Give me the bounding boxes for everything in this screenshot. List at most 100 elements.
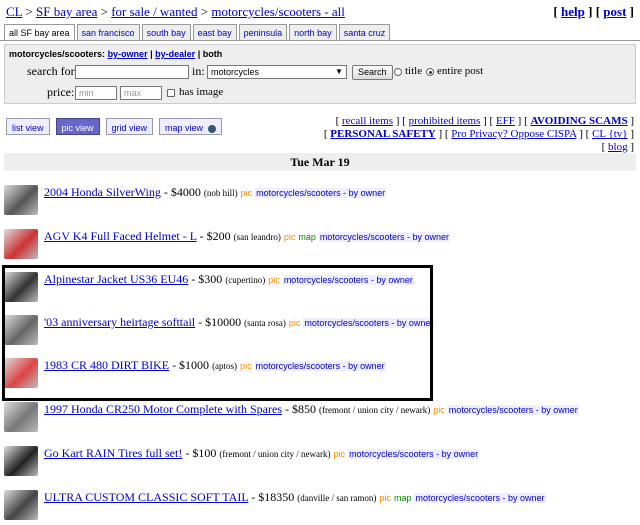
listing-pic-tag: pic [333,449,346,459]
listing-pic-tag: pic [433,405,445,415]
price-max-input[interactable]: max [120,86,162,100]
tab-east-bay[interactable]: east bay [192,24,237,40]
listing-price: - $850 [284,402,316,416]
blog-link[interactable]: blog [608,141,628,153]
listing-thumbnail[interactable] [4,185,38,215]
listing-row: Go Kart RAIN Tires full set! - $100 (fre… [4,444,636,480]
grid-view-button[interactable]: grid view [105,118,154,135]
title-radio-label: title [405,65,423,77]
listing-map-link[interactable]: map [394,493,412,503]
breadcrumb-cl-link[interactable]: CL [6,4,22,19]
listing-thumbnail[interactable] [4,229,38,259]
listing-category-link[interactable]: motorcycles/scooters - by owner [255,188,387,198]
listing-title-link[interactable]: 2004 Honda SilverWing [44,185,161,199]
pic-view-button[interactable]: pic view [55,118,100,135]
breadcrumb-separator: > [200,4,209,19]
by-dealer-link[interactable]: by-dealer [155,49,195,59]
entire-post-radio-label: entire post [437,65,484,77]
listing-title-link[interactable]: AGV K4 Full Faced Helmet - L [44,229,197,243]
area-tabs: all SF bay area san francisco south bay … [4,24,391,40]
search-heading-label: motorcycles/scooters: [9,49,106,59]
in-label: in: [192,64,205,78]
search-input[interactable] [75,65,189,79]
listing-price: - $100 [185,446,217,460]
listing-category-link[interactable]: motorcycles/scooters - by owner [318,232,450,242]
date-header: Tue Mar 19 [4,153,636,171]
avoiding-scams-link[interactable]: AVOIDING SCAMS [531,115,628,127]
prohibited-items-link[interactable]: prohibited items [409,115,481,127]
cl-tv-link[interactable]: CL {tv} [592,128,628,140]
listing-line: 1997 Honda CR250 Motor Complete with Spa… [44,402,579,417]
has-image-label: has image [179,86,224,98]
listing-map-link[interactable]: map [298,232,316,242]
bracket: [ [553,4,558,19]
eff-link[interactable]: EFF [496,115,515,127]
personal-safety-link[interactable]: PERSONAL SAFETY [330,128,435,140]
globe-icon [207,124,216,133]
listing-line: ULTRA CUSTOM CLASSIC SOFT TAIL - $18350 … [44,490,546,505]
listing-thumbnail[interactable] [4,402,38,432]
breadcrumb-separator: > [25,4,33,19]
tab-santa-cruz[interactable]: santa cruz [338,24,391,40]
view-switcher: list view pic view grid view map view [6,118,222,135]
listing-price: - $200 [199,229,231,243]
listing-price: - $18350 [251,490,295,504]
breadcrumb-section-link[interactable]: for sale / wanted [111,4,197,19]
listing-pic-tag: pic [379,493,391,503]
top-links: [ help ] [ post ] [553,4,634,20]
listing-location: (danville / san ramon) [297,493,377,503]
tab-north-bay[interactable]: north bay [289,24,337,40]
map-view-button[interactable]: map view [159,118,222,135]
bracket: ] [629,4,634,19]
breadcrumb-area-link[interactable]: SF bay area [36,4,97,19]
listing-thumbnail[interactable] [4,446,38,476]
listing-price: - $4000 [163,185,201,199]
entire-post-radio[interactable] [426,68,434,76]
help-link[interactable]: help [561,4,585,19]
has-image-checkbox[interactable] [167,89,175,97]
listing-row: 1997 Honda CR250 Motor Complete with Spa… [4,400,636,436]
listing-pic-tag: pic [240,188,253,198]
highlight-box [2,265,433,401]
listing-category-link[interactable]: motorcycles/scooters - by owner [348,449,480,459]
tab-divider [0,40,640,41]
listing-location: (fremont / union city / newark) [219,449,331,459]
search-heading: motorcycles/scooters: by-owner | by-deal… [9,49,222,59]
listing-title-link[interactable]: 1997 Honda CR250 Motor Complete with Spa… [44,402,282,416]
listing-thumbnail[interactable] [4,490,38,520]
listing-row: ULTRA CUSTOM CLASSIC SOFT TAIL - $18350 … [4,488,636,524]
tab-all-sf-bay-area[interactable]: all SF bay area [4,24,75,40]
oppose-cispa-link[interactable]: Pro Privacy? Oppose CISPA [451,128,576,140]
tab-san-francisco[interactable]: san francisco [76,24,140,40]
listing-line: AGV K4 Full Faced Helmet - L - $200 (san… [44,229,450,244]
category-select-value: motorcycles [211,67,260,77]
listing-location: (nob hill) [203,188,238,198]
listing-category-link[interactable]: motorcycles/scooters - by owner [447,405,579,415]
post-link[interactable]: post [603,4,626,19]
search-panel: motorcycles/scooters: by-owner | by-deal… [4,44,636,104]
by-owner-link[interactable]: by-owner [108,49,148,59]
listing-location: (san leandro) [233,232,281,242]
title-radio[interactable] [394,68,402,76]
breadcrumb-category-link[interactable]: motorcycles/scooters - all [211,4,345,19]
bracket: ] [ [588,4,601,19]
listing-line: Go Kart RAIN Tires full set! - $100 (fre… [44,446,480,461]
category-select[interactable]: motorcycles ▼ [207,65,347,79]
listing-category-link[interactable]: motorcycles/scooters - by owner [414,493,546,503]
listing-line: 2004 Honda SilverWing - $4000 (nob hill)… [44,185,387,200]
price-min-input[interactable]: min [75,86,117,100]
map-view-label: map view [165,123,204,133]
listing-title-link[interactable]: Go Kart RAIN Tires full set! [44,446,182,460]
list-view-button[interactable]: list view [6,118,50,135]
listing-title-link[interactable]: ULTRA CUSTOM CLASSIC SOFT TAIL [44,490,248,504]
separator: | [150,49,153,59]
tab-peninsula[interactable]: peninsula [238,24,288,40]
listing-row: 2004 Honda SilverWing - $4000 (nob hill)… [4,183,636,219]
search-button[interactable]: Search [352,65,393,80]
tab-south-bay[interactable]: south bay [141,24,191,40]
breadcrumb: CL > SF bay area > for sale / wanted > m… [6,4,345,20]
price-label: price: [47,85,75,99]
listing-pic-tag: pic [283,232,296,242]
recall-items-link[interactable]: recall items [342,115,393,127]
listing-row: AGV K4 Full Faced Helmet - L - $200 (san… [4,227,636,263]
